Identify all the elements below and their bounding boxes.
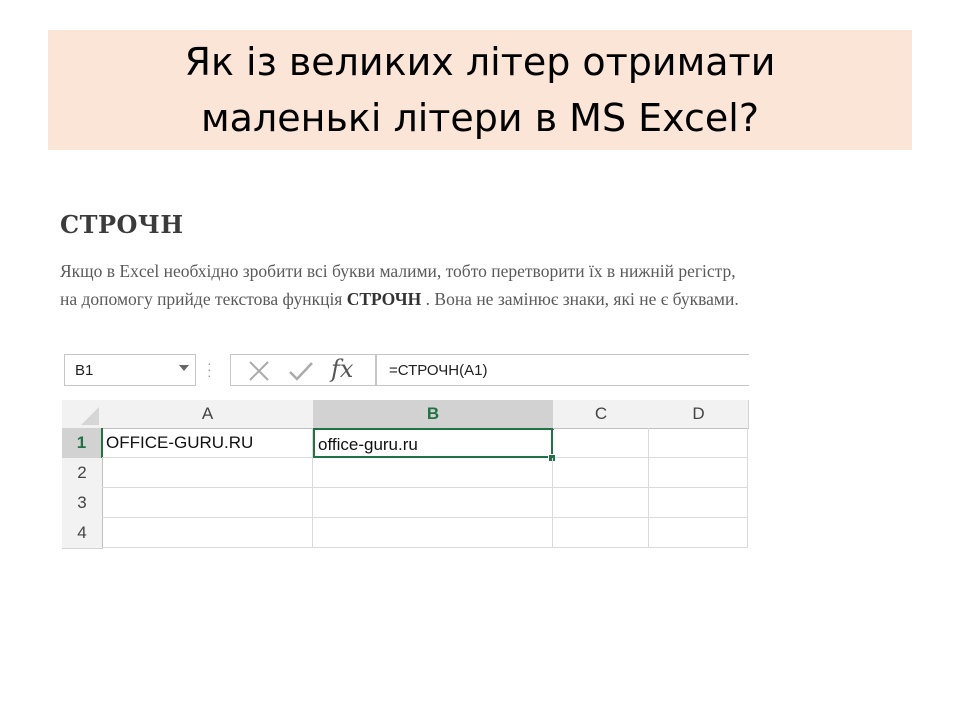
cell-d4[interactable] xyxy=(649,518,748,548)
slide-title-line-1: Як із великих літер отримати xyxy=(184,40,776,84)
row-header-2[interactable]: 2 xyxy=(62,458,103,489)
cell-b1[interactable]: office-guru.ru xyxy=(313,428,553,458)
spreadsheet-grid: A B C D 1 2 3 4 OFFICE-GURU.RU office-gu… xyxy=(62,400,749,555)
cell-a2[interactable] xyxy=(102,458,313,488)
description-line-1: Якщо в Excel необхідно зробити всі букви… xyxy=(60,261,736,281)
description-text-end: . Вона не замінює знаки, які не є буквам… xyxy=(421,289,739,309)
chevron-down-icon[interactable] xyxy=(179,365,189,371)
column-header-c[interactable]: C xyxy=(553,400,650,429)
column-header-d[interactable]: D xyxy=(649,400,749,429)
article-heading: СТРОЧН xyxy=(60,210,184,239)
cancel-icon[interactable] xyxy=(247,359,271,383)
slide-title: Як із великих літер отримати маленькі лі… xyxy=(48,34,912,146)
description-text: на допомогу прийде текстова функція xyxy=(60,289,347,309)
formula-text: =СТРОЧН(A1) xyxy=(389,362,488,379)
cell-c1[interactable] xyxy=(553,428,649,458)
column-header-a[interactable]: A xyxy=(102,400,314,429)
insert-function-icon[interactable]: fx xyxy=(331,355,353,383)
cell-d3[interactable] xyxy=(649,488,748,518)
row-header-3[interactable]: 3 xyxy=(62,488,103,519)
cell-c4[interactable] xyxy=(553,518,649,548)
cell-a4[interactable] xyxy=(102,518,313,548)
formula-buttons: fx xyxy=(230,354,376,386)
cell-b2[interactable] xyxy=(313,458,553,488)
select-all-button[interactable] xyxy=(62,400,103,429)
cell-c2[interactable] xyxy=(553,458,649,488)
article-description: Якщо в Excel необхідно зробити всі букви… xyxy=(60,257,900,313)
cell-d2[interactable] xyxy=(649,458,748,488)
drag-handle-icon[interactable]: · · · xyxy=(207,356,212,382)
column-header-b[interactable]: B xyxy=(313,400,554,430)
cell-c3[interactable] xyxy=(553,488,649,518)
slide-title-line-2: маленькі літери в MS Excel? xyxy=(201,96,759,140)
cell-b3[interactable] xyxy=(313,488,553,518)
name-box-value: B1 xyxy=(75,362,94,379)
name-box[interactable]: B1 xyxy=(64,354,196,386)
cell-d1[interactable] xyxy=(649,428,748,458)
cell-a1[interactable]: OFFICE-GURU.RU xyxy=(102,428,313,458)
function-name: СТРОЧН xyxy=(346,289,422,309)
cell-a3[interactable] xyxy=(102,488,313,518)
enter-check-icon[interactable] xyxy=(287,359,315,383)
row-header-4[interactable]: 4 xyxy=(62,518,103,549)
description-line-2: на допомогу прийде текстова функція СТРО… xyxy=(60,285,900,313)
formula-input[interactable]: =СТРОЧН(A1) xyxy=(376,354,749,386)
cell-b4[interactable] xyxy=(313,518,553,548)
select-all-icon xyxy=(81,407,99,425)
formula-bar: B1 · · · fx =СТРОЧН(A1) xyxy=(62,352,749,388)
row-header-1[interactable]: 1 xyxy=(62,428,103,459)
